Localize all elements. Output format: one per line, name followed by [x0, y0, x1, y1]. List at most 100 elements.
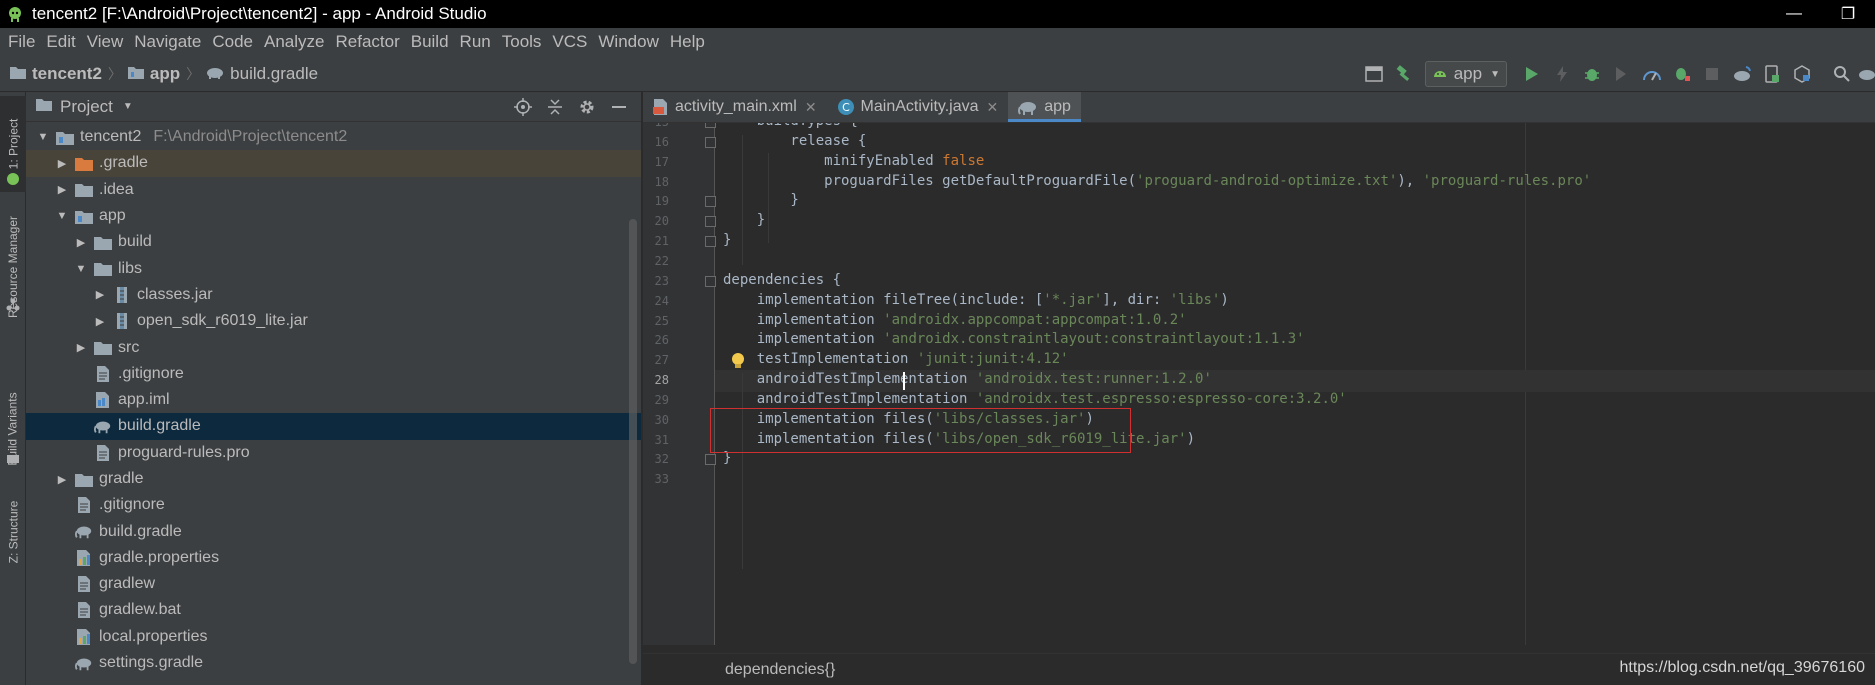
tree-item[interactable]: .gitignore [26, 492, 641, 518]
breadcrumb-file[interactable]: build.gradle [206, 64, 318, 84]
menu-file[interactable]: File [8, 32, 35, 52]
editor-tab[interactable]: app [1008, 92, 1081, 122]
tree-item[interactable]: local.properties [26, 624, 641, 650]
tree-item[interactable]: proguard-rules.pro [26, 440, 641, 466]
run-icon[interactable] [1517, 59, 1547, 89]
code-editor[interactable]: 15 buildTypes {16 release {17 minifyEnab… [643, 123, 1875, 645]
build-hammer-icon[interactable] [1389, 59, 1419, 89]
tree-item[interactable]: ▶ .gradle [26, 150, 641, 177]
fold-marker-icon[interactable] [705, 236, 716, 248]
debug-icon[interactable] [1577, 59, 1607, 89]
tree-item[interactable]: ▶ gradle [26, 466, 641, 492]
fold-marker-icon[interactable] [705, 123, 716, 128]
expand-right-icon[interactable]: ▶ [93, 288, 107, 301]
collapse-all-icon[interactable] [539, 92, 571, 122]
locate-file-icon[interactable] [507, 92, 539, 122]
keyword-token: false [942, 152, 985, 169]
menu-build[interactable]: Build [411, 32, 449, 52]
expand-right-icon[interactable]: ▶ [55, 157, 69, 170]
tree-item[interactable]: gradle.properties [26, 545, 641, 571]
dropdown-caret-icon[interactable]: ▼ [123, 101, 133, 112]
line-number: 18 [654, 174, 669, 189]
tree-item[interactable]: gradlew.bat [26, 597, 641, 623]
tree-item[interactable]: ▼ app [26, 203, 641, 229]
jar-icon [113, 312, 131, 330]
fold-marker-icon[interactable] [705, 216, 716, 228]
close-icon[interactable]: ✕ [987, 99, 999, 116]
fold-marker-icon[interactable] [705, 454, 716, 466]
layout-editor-icon[interactable] [1359, 59, 1389, 89]
menu-analyze[interactable]: Analyze [264, 32, 324, 52]
tree-item[interactable]: .gitignore [26, 361, 641, 387]
editor-tab[interactable]: C MainActivity.java ✕ [827, 92, 1009, 122]
intention-bulb-icon[interactable] [731, 352, 745, 374]
fold-marker-icon[interactable] [705, 136, 716, 148]
menu-help[interactable]: Help [670, 32, 705, 52]
restore-button[interactable]: ❐ [1821, 0, 1875, 28]
code-token: } [723, 192, 799, 209]
gear-icon[interactable] [571, 92, 603, 122]
structure-tool-tab[interactable]: Z: Structure [0, 492, 26, 572]
tree-item[interactable]: build.gradle [26, 413, 641, 440]
breadcrumb-project[interactable]: tencent2 [10, 64, 102, 84]
apply-changes-icon[interactable] [1547, 59, 1577, 89]
attach-debugger-icon[interactable] [1667, 59, 1697, 89]
menu-run[interactable]: Run [460, 32, 491, 52]
code-token: dependencies { [723, 271, 842, 288]
tree-item-label: local.properties [99, 627, 208, 645]
expand-down-icon[interactable]: ▼ [55, 210, 69, 222]
hide-panel-icon[interactable] [603, 92, 635, 122]
tree-item[interactable]: ▶ classes.jar [26, 282, 641, 308]
editor-area: activity_main.xml ✕ C MainActivity.java ✕ app… [643, 92, 1875, 685]
editor-tab[interactable]: activity_main.xml ✕ [643, 92, 827, 122]
profile-icon[interactable] [1637, 59, 1667, 89]
menu-edit[interactable]: Edit [46, 32, 75, 52]
breadcrumb-module[interactable]: app [127, 64, 180, 84]
xml-file-icon [653, 98, 669, 116]
expand-right-icon[interactable]: ▶ [55, 183, 69, 196]
tree-item[interactable]: ▶ build [26, 229, 641, 255]
code-token: implementation fileTree(include: [ [723, 291, 1044, 308]
tree-item[interactable]: app.iml [26, 387, 641, 413]
menu-code[interactable]: Code [212, 32, 253, 52]
expand-right-icon[interactable]: ▶ [93, 315, 107, 328]
fold-marker-icon[interactable] [705, 275, 716, 287]
expand-right-icon[interactable]: ▶ [55, 473, 69, 486]
menu-tools[interactable]: Tools [502, 32, 542, 52]
tree-item[interactable]: ▶ src [26, 334, 641, 360]
run-with-coverage-icon[interactable] [1607, 59, 1637, 89]
close-icon[interactable]: ✕ [805, 99, 817, 116]
project-view-select[interactable]: Project [60, 97, 113, 117]
tree-item[interactable]: gradlew [26, 571, 641, 597]
menu-refactor[interactable]: Refactor [335, 32, 399, 52]
menu-navigate[interactable]: Navigate [134, 32, 201, 52]
tree-item-label: gradlew.bat [99, 601, 181, 619]
tree-item[interactable]: build.gradle [26, 518, 641, 544]
expand-right-icon[interactable]: ▶ [74, 341, 88, 354]
fold-marker-icon[interactable] [705, 196, 716, 208]
editor-breadcrumb[interactable]: dependencies{} [725, 661, 835, 679]
tree-item[interactable]: ▼ libs [26, 255, 641, 281]
search-icon[interactable] [1827, 59, 1857, 89]
menu-view[interactable]: View [87, 32, 124, 52]
expand-down-icon[interactable]: ▼ [74, 263, 88, 275]
tree-item[interactable]: settings.gradle [26, 650, 641, 676]
expand-down-icon[interactable]: ▼ [36, 131, 50, 143]
stop-icon[interactable] [1697, 59, 1727, 89]
vertical-scrollbar[interactable] [629, 219, 637, 664]
avd-manager-icon[interactable] [1757, 59, 1787, 89]
tree-item[interactable]: ▶ open_sdk_r6019_lite.jar [26, 308, 641, 334]
sync-gradle-icon[interactable] [1727, 59, 1757, 89]
text-file-icon [94, 365, 112, 383]
tree-item[interactable]: ▼ tencent2 F:\Android\Project\tencent2 [26, 124, 641, 150]
sdk-manager-icon[interactable] [1787, 59, 1817, 89]
iml-file-icon [94, 391, 112, 409]
run-configuration-select[interactable]: app ▼ [1424, 61, 1507, 87]
menu-window[interactable]: Window [598, 32, 658, 52]
tree-item[interactable]: ▶ .idea [26, 177, 641, 203]
string-token: '*.jar' [1043, 291, 1103, 308]
minimize-button[interactable]: — [1767, 0, 1821, 28]
expand-right-icon[interactable]: ▶ [74, 236, 88, 249]
menu-vcs[interactable]: VCS [552, 32, 587, 52]
gradle-panel-icon[interactable] [1857, 59, 1875, 89]
